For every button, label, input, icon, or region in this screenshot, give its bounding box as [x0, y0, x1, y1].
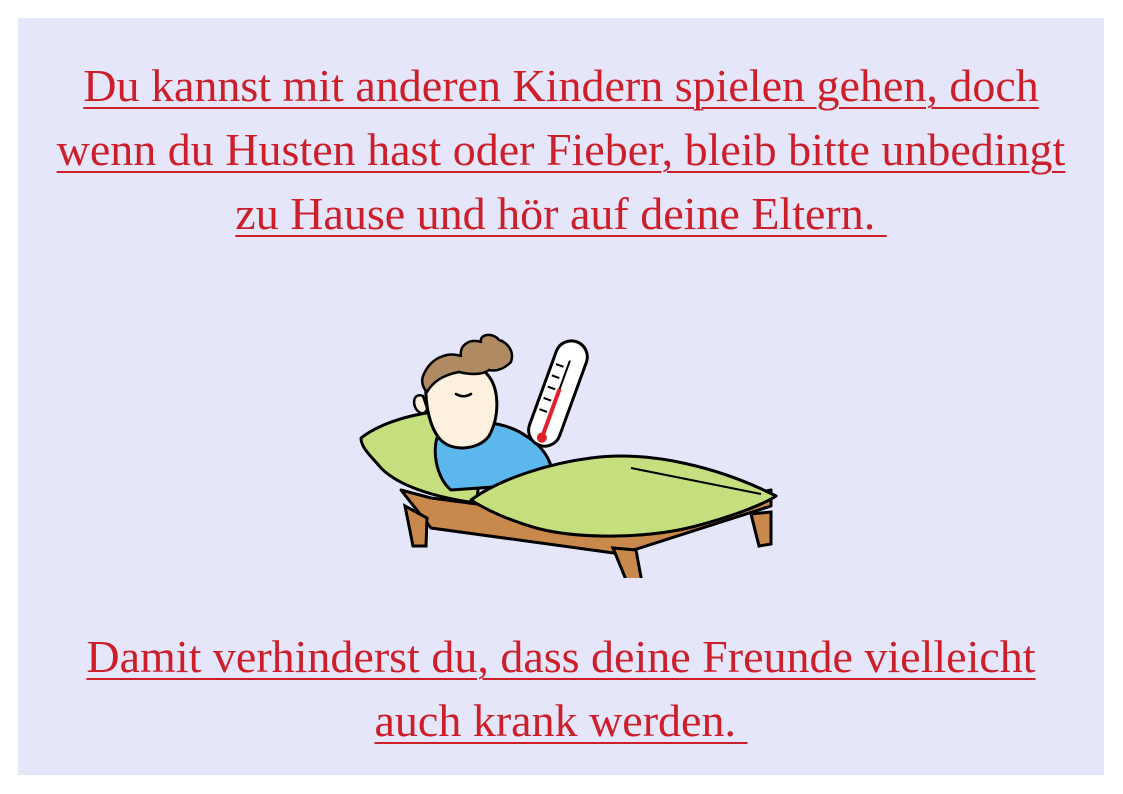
bottom-message-line-1: Damit verhinderst du, dass deine Freunde… — [86, 631, 1036, 682]
slide: Du kannst mit anderen Kindern spielen ge… — [18, 18, 1104, 775]
bottom-message-line-2: auch krank werden. — [374, 695, 748, 746]
sick-child-in-bed-with-thermometer-icon — [359, 333, 778, 578]
bottom-message: Damit verhinderst du, dass deine Freunde… — [18, 625, 1104, 753]
top-message-line-3: zu Hause und hör auf deine Eltern. — [235, 188, 887, 239]
top-message-line-1: Du kannst mit anderen Kindern spielen ge… — [83, 60, 1039, 111]
top-message-line-2: wenn du Husten hast oder Fieber, bleib b… — [56, 124, 1066, 175]
top-message: Du kannst mit anderen Kindern spielen ge… — [18, 54, 1104, 246]
